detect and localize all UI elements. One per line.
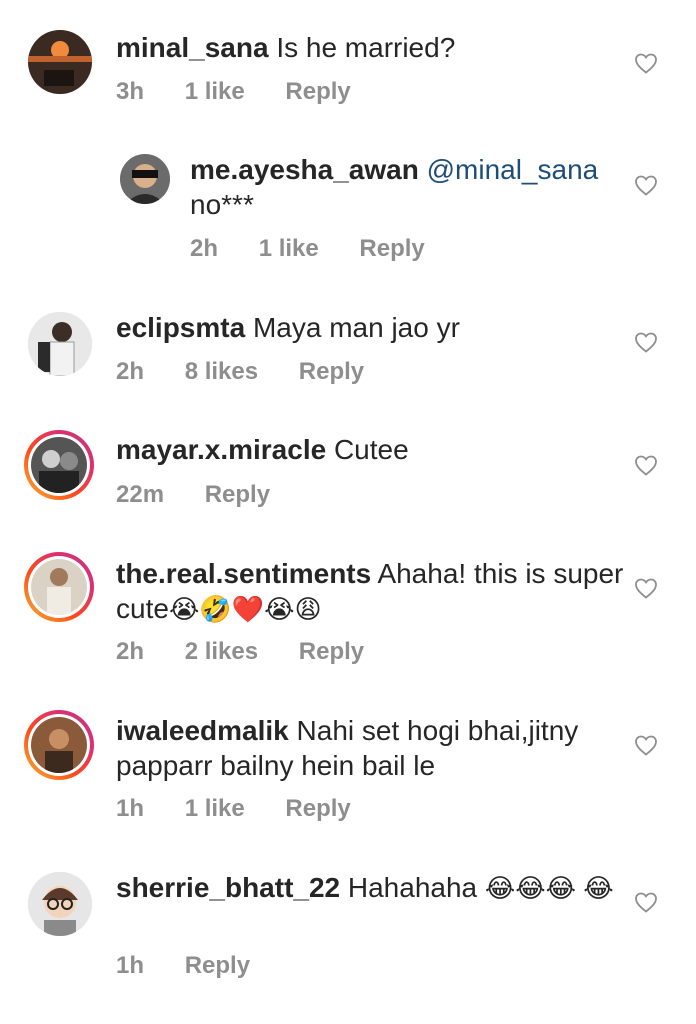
avatar-story-ring[interactable] (24, 430, 94, 500)
heart-outline-icon[interactable] (634, 174, 658, 196)
comment-username[interactable]: the.real.sentiments (116, 558, 371, 589)
reply-button[interactable]: Reply (359, 235, 424, 263)
comment-username[interactable]: me.ayesha_awan (190, 154, 419, 185)
heart-outline-icon[interactable] (634, 891, 658, 913)
comment-time: 2h (116, 358, 145, 385)
comment-username[interactable]: iwaleedmalik (116, 715, 289, 746)
reply-button[interactable]: Reply (285, 78, 350, 106)
comment-likes[interactable]: 8 likes (185, 358, 258, 386)
heart-outline-icon[interactable] (634, 454, 658, 476)
comment-likes[interactable]: 1 like (185, 795, 245, 823)
avatar[interactable] (28, 872, 92, 936)
avatar-story-ring[interactable] (24, 710, 94, 780)
comment-likes[interactable]: 1 like (185, 78, 245, 106)
avatar-story-ring[interactable] (24, 552, 94, 622)
comment-emojis: 😂😂😂 😂 (484, 873, 614, 903)
comment-time: 3h (116, 78, 145, 105)
comment-text: no*** (190, 189, 254, 220)
comment-username[interactable]: minal_sana (116, 32, 269, 63)
comment-text: Cutee (333, 434, 409, 465)
heart-outline-icon[interactable] (634, 734, 658, 756)
comment-time: 1h (116, 952, 145, 979)
avatar[interactable] (120, 154, 170, 204)
comment-username[interactable]: mayar.x.miracle (116, 434, 326, 465)
reply-button[interactable]: Reply (299, 638, 364, 666)
comment-text: Maya man jao yr (252, 312, 460, 343)
heart-outline-icon[interactable] (634, 577, 658, 599)
heart-outline-icon[interactable] (634, 52, 658, 74)
reply-button[interactable]: Reply (185, 952, 250, 980)
reply-button[interactable]: Reply (299, 358, 364, 386)
comment-text: Is he married? (276, 32, 456, 63)
comment-likes[interactable]: 1 like (259, 235, 319, 263)
reply-button[interactable]: Reply (285, 795, 350, 823)
comment-time: 2h (190, 235, 219, 262)
avatar[interactable] (28, 312, 92, 376)
comment-time: 1h (116, 795, 145, 822)
heart-outline-icon[interactable] (634, 331, 658, 353)
comment-text: Hahahaha (347, 872, 478, 903)
comment-likes[interactable]: 2 likes (185, 638, 258, 666)
mention-link[interactable]: @minal_sana (427, 154, 599, 185)
comment-time: 2h (116, 638, 145, 665)
reply-button[interactable]: Reply (205, 481, 270, 509)
comment-emojis: 😭🤣❤️😭😩 (168, 594, 322, 624)
comment-username[interactable]: sherrie_bhatt_22 (116, 872, 340, 903)
avatar[interactable] (28, 30, 92, 94)
comment-username[interactable]: eclipsmta (116, 312, 245, 343)
comment-time: 22m (116, 481, 165, 508)
